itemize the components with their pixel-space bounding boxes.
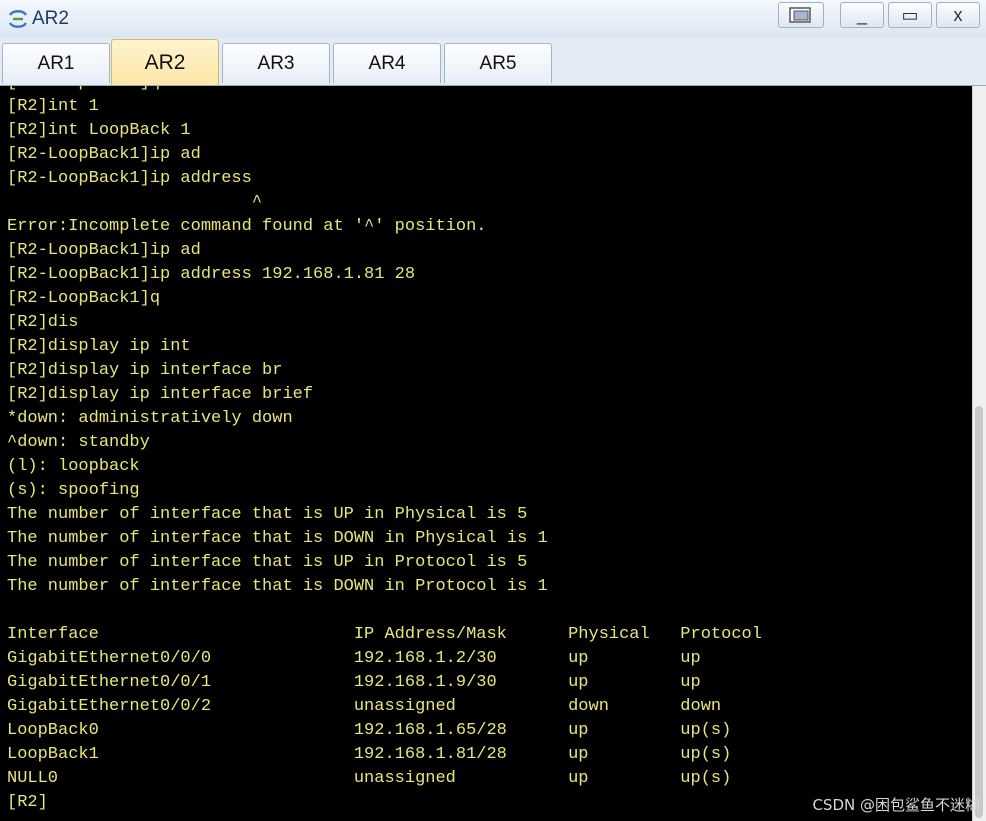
terminal-line: [R2]display ip interface brief — [7, 385, 314, 404]
terminal-line: [R2-LoopBack1]ip address 192.168.1.81 28 — [7, 265, 416, 284]
minimize-icon: _ — [856, 4, 867, 25]
minimize-button[interactable]: _ — [840, 2, 884, 28]
terminal-line: The number of interface that is UP in Ph… — [7, 505, 528, 524]
terminal-line: GigabitEthernet0/0/1 192.168.1.9/30 up u… — [7, 673, 701, 692]
terminal-console[interactable]: [R2-LoopBack0]q [R2]int 1 [R2]int LoopBack… — [0, 86, 972, 821]
tab-label: AR3 — [257, 52, 295, 74]
terminal-line: GigabitEthernet0/0/0 192.168.1.2/30 up u… — [7, 649, 701, 668]
tab-ar3[interactable]: AR3 — [222, 43, 330, 83]
terminal-line: ^down: standby — [7, 433, 150, 452]
tab-label: AR4 — [368, 52, 406, 74]
terminal-line: The number of interface that is UP in Pr… — [7, 553, 528, 572]
terminal-line: The number of interface that is DOWN in … — [7, 529, 548, 548]
restore-icon — [789, 7, 811, 23]
terminal-line: ^ — [7, 193, 263, 212]
terminal-line: Error:Incomplete command found at '^' po… — [7, 217, 487, 236]
terminal-line: [R2]display ip int — [7, 337, 191, 356]
terminal-line: [R2]int LoopBack 1 — [7, 121, 191, 140]
terminal-line: GigabitEthernet0/0/2 unassigned down dow… — [7, 697, 722, 716]
terminal-line: [R2]display ip interface br — [7, 361, 283, 380]
maximize-icon: ▭ — [901, 4, 919, 25]
tab-ar2[interactable]: AR2 — [111, 39, 219, 85]
terminal-line: [R2-LoopBack0]q — [7, 86, 762, 95]
terminal-output: [R2-LoopBack0]q [R2]int 1 [R2]int LoopBack… — [7, 86, 762, 815]
tab-label: AR5 — [479, 52, 517, 74]
terminal-line: [R2]int 1 — [7, 97, 99, 116]
terminal-line: [R2-LoopBack1]ip ad — [7, 241, 201, 260]
terminal-line: NULL0 unassigned up up(s) — [7, 769, 732, 788]
terminal-line: [R2-LoopBack1]q — [7, 289, 161, 308]
window-controls: _ ▭ x — [778, 2, 986, 30]
title-bar: AR2 _ ▭ x — [0, 0, 986, 39]
terminal-line: Interface IP Address/Mask Physical Proto… — [7, 625, 762, 644]
close-icon: x — [953, 4, 963, 25]
tab-label: AR2 — [144, 50, 186, 74]
terminal-line: LoopBack1 192.168.1.81/28 up up(s) — [7, 745, 732, 764]
maximize-button[interactable]: ▭ — [888, 2, 932, 28]
terminal-line: *down: administratively down — [7, 409, 293, 428]
vertical-scrollbar[interactable] — [972, 86, 986, 821]
window-title: AR2 — [32, 8, 69, 29]
close-button[interactable]: x — [936, 2, 980, 28]
terminal-line: [R2-LoopBack1]ip address — [7, 169, 252, 188]
terminal-line: [R2]dis — [7, 313, 79, 332]
terminal-line: (l): loopback — [7, 457, 140, 476]
tab-bar: AR1 AR2 AR3 AR4 AR5 — [0, 38, 986, 86]
watermark: CSDN @困包鲨鱼不迷糊 — [812, 796, 980, 814]
terminal-line: (s): spoofing — [7, 481, 140, 500]
tab-label: AR1 — [37, 52, 75, 74]
tab-ar1[interactable]: AR1 — [2, 43, 110, 83]
terminal-line: [R2] — [7, 793, 48, 812]
terminal-line: [R2-LoopBack1]ip ad — [7, 145, 201, 164]
router-app-icon — [8, 10, 28, 28]
scrollbar-thumb[interactable] — [975, 406, 983, 818]
tab-ar5[interactable]: AR5 — [444, 43, 552, 83]
restore-button[interactable] — [778, 2, 824, 28]
tab-ar4[interactable]: AR4 — [333, 43, 441, 83]
terminal-line: LoopBack0 192.168.1.65/28 up up(s) — [7, 721, 732, 740]
terminal-line: The number of interface that is DOWN in … — [7, 577, 548, 596]
